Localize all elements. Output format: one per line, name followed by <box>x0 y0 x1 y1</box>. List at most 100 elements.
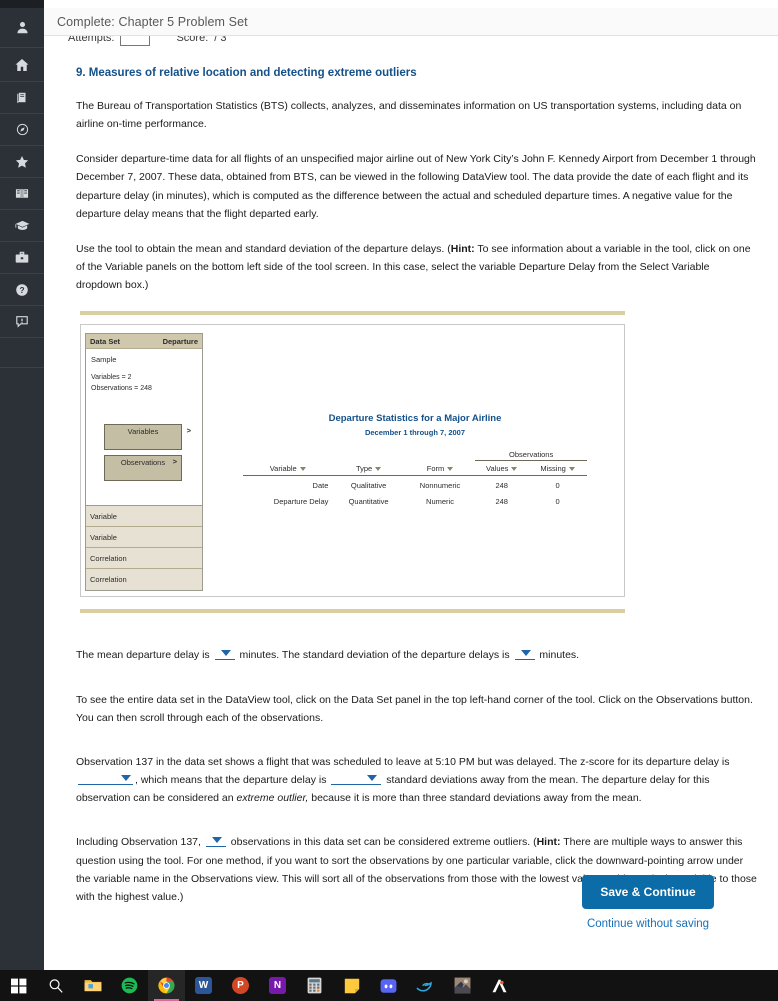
save-and-continue-button[interactable]: Save & Continue <box>582 875 714 909</box>
left-nav-rail: ? <box>0 0 44 970</box>
column-header-form[interactable]: Form <box>404 460 476 477</box>
divider-top <box>80 311 625 316</box>
game-icon[interactable] <box>444 970 481 1001</box>
variable-panel-2[interactable]: Variable <box>86 527 202 549</box>
variables-button[interactable]: Variables > <box>104 423 191 450</box>
spotify-icon[interactable] <box>111 970 148 1001</box>
account-icon[interactable] <box>0 8 44 48</box>
chevron-right-icon-observations: > <box>172 456 177 466</box>
calculator-icon[interactable] <box>296 970 333 1001</box>
continue-without-saving-link[interactable]: Continue without saving <box>538 918 758 930</box>
book-icon[interactable] <box>0 82 44 114</box>
chrome-icon[interactable] <box>148 970 185 1001</box>
feedback-icon[interactable] <box>0 306 44 338</box>
stats-title: Departure Statistics for a Major Airline <box>328 413 502 425</box>
search-icon[interactable] <box>37 970 74 1001</box>
score-value: / 3 <box>214 36 227 44</box>
column-label-type: Type <box>355 464 373 474</box>
attempts-label: Attempts: <box>68 36 115 44</box>
discord-icon[interactable] <box>370 970 407 1001</box>
column-header-missing[interactable]: Missing <box>528 460 587 477</box>
sort-triangle-icon-values[interactable] <box>511 467 518 472</box>
chevron-down-icon-sd <box>520 650 531 657</box>
variable-panel-2-label: Variable <box>90 532 117 542</box>
attempts-input[interactable] <box>120 36 151 46</box>
paragraph-instructions: Use the tool to obtain the mean and stan… <box>76 240 758 294</box>
dolphin-icon[interactable] <box>407 970 444 1001</box>
word-glyph: W <box>195 977 212 994</box>
stddev-count-dropdown[interactable] <box>331 772 382 786</box>
cell-missing-1: 0 <box>555 497 560 507</box>
hint-label-2: Hint: <box>536 836 561 849</box>
onenote-glyph: N <box>269 977 286 994</box>
column-label-variable: Variable <box>269 464 297 474</box>
table-column-header-row: Variable Type Form Values Missing <box>243 460 587 477</box>
windows-start-icon[interactable] <box>0 970 37 1001</box>
question-zscore: Observation 137 in the data set shows a … <box>76 753 758 807</box>
sort-triangle-icon-missing[interactable] <box>568 467 575 472</box>
open-book-icon[interactable] <box>0 178 44 210</box>
cell-missing-0: 0 <box>555 481 560 491</box>
table-group-header-row: Observations <box>243 449 587 462</box>
column-label-missing: Missing <box>540 464 566 474</box>
question-mean-sd: The mean departure delay is minutes. The… <box>76 646 758 664</box>
dataset-panel-header[interactable]: Data Set Departure <box>86 334 202 350</box>
column-header-values[interactable]: Values <box>475 460 529 477</box>
sort-triangle-icon-type[interactable] <box>375 467 382 472</box>
attempts-score-strip: Attempts: Score: / 3 <box>44 36 778 50</box>
correlation-panel-1[interactable]: Correlation <box>86 548 202 570</box>
sticky-notes-icon[interactable] <box>333 970 370 1001</box>
correlation-panel-2-label: Correlation <box>90 575 127 585</box>
dataset-variables-count: Variables = 2 <box>91 374 132 382</box>
cell-variable-0: Date <box>312 481 329 491</box>
compass-icon[interactable] <box>0 114 44 146</box>
mean-text-b: minutes. The standard deviation of the d… <box>239 649 510 662</box>
dataset-buttons: Variables > Observations > <box>91 423 197 481</box>
help-icon[interactable]: ? <box>0 274 44 306</box>
zscore-dropdown[interactable] <box>78 772 133 786</box>
variable-panel-1[interactable]: Variable <box>86 506 202 528</box>
cell-type-0: Qualitative <box>350 481 387 491</box>
question-content: 9. Measures of relative location and det… <box>44 50 778 970</box>
dataview-left-panel: Data Set Departure Sample Variables = 2 … <box>85 333 203 592</box>
chevron-down-icon-mean <box>220 650 231 657</box>
table-row: Date Qualitative Nonnumeric 248 0 <box>243 476 587 493</box>
paragraph-dataset-hint: To see the entire data set in the DataVi… <box>76 693 753 724</box>
briefcase-icon[interactable] <box>0 242 44 274</box>
onenote-icon[interactable]: N <box>259 970 296 1001</box>
outlier-count-dropdown[interactable] <box>205 834 226 848</box>
chevron-right-icon-variables: > <box>186 425 191 435</box>
sort-triangle-icon-form[interactable] <box>447 467 454 472</box>
sort-triangle-icon-variable[interactable] <box>299 467 306 472</box>
dataview-tool[interactable]: Data Set Departure Sample Variables = 2 … <box>80 324 625 598</box>
column-header-type[interactable]: Type <box>332 460 405 477</box>
question-heading: 9. Measures of relative location and det… <box>76 67 417 79</box>
powerpoint-icon[interactable]: P <box>222 970 259 1001</box>
cell-values-1: 248 <box>495 497 508 507</box>
mean-text-a: The mean departure delay is <box>76 649 210 662</box>
observations-button[interactable]: Observations > <box>104 454 182 481</box>
mean-text-c: minutes. <box>539 649 580 662</box>
file-explorer-icon[interactable] <box>74 970 111 1001</box>
word-icon[interactable]: W <box>185 970 222 1001</box>
home-icon[interactable] <box>0 48 44 82</box>
dataset-panel-title: Data Set <box>90 336 121 346</box>
dataset-panel-name: Departure <box>162 336 198 346</box>
powerpoint-glyph: P <box>232 977 249 994</box>
graduation-cap-icon[interactable] <box>0 210 44 242</box>
outlier-text-b: observations in this data set can be con… <box>230 836 537 849</box>
chevron-down-icon-zscore <box>121 775 131 782</box>
column-header-variable[interactable]: Variable <box>243 460 333 477</box>
correlation-panel-2[interactable]: Correlation <box>86 569 202 591</box>
mean-dropdown[interactable] <box>214 647 235 661</box>
star-icon[interactable] <box>0 146 44 178</box>
autodesk-icon[interactable] <box>481 970 518 1001</box>
variables-stats-table: Observations Variable Type Form Values M… <box>243 449 587 508</box>
table-row: Departure Delay Quantitative Numeric 248… <box>243 492 587 508</box>
sd-dropdown[interactable] <box>514 647 535 661</box>
cell-form-0: Nonnumeric <box>419 481 461 491</box>
dataview-stats-area: Departure Statistics for a Major Airline… <box>211 333 619 591</box>
paragraph-context: Consider departure-time data for all fli… <box>76 153 756 220</box>
cell-type-1: Quantitative <box>348 497 389 507</box>
hint-label-1: Hint: <box>450 242 475 255</box>
